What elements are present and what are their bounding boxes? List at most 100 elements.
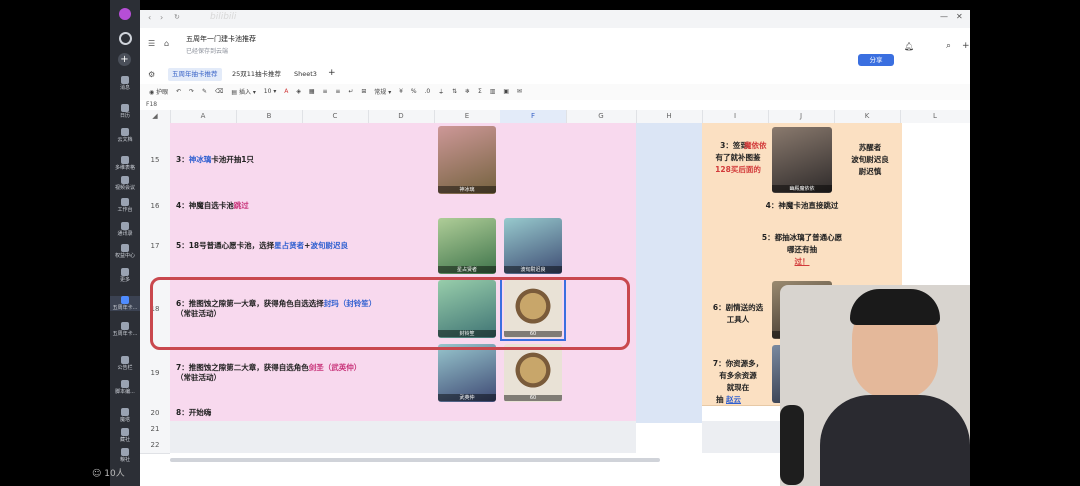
column-header[interactable]: D	[368, 110, 435, 123]
decimal-icon[interactable]: .0	[425, 88, 431, 95]
freeze-icon[interactable]: ❄	[465, 88, 470, 95]
sum-icon[interactable]: Σ	[478, 88, 482, 95]
sidebar-item[interactable]: 云文档	[110, 128, 140, 143]
user-avatar[interactable]	[119, 8, 131, 20]
column-header[interactable]: A	[170, 110, 237, 123]
sort-icon[interactable]: ⇅	[452, 88, 457, 95]
percent-icon[interactable]: %	[411, 88, 417, 95]
settings-icon[interactable]: ⚙	[148, 70, 155, 79]
character-portrait[interactable]: 幽殿魔依依	[772, 127, 832, 193]
image-icon[interactable]: ▣	[503, 88, 509, 95]
add-icon[interactable]: +	[118, 53, 131, 66]
sidebar-item[interactable]: 更多	[110, 268, 140, 283]
row-header[interactable]: 16	[140, 197, 170, 216]
sheet-tab-active[interactable]: 五周年抽卡推荐	[168, 68, 222, 81]
row-header[interactable]: 19	[140, 341, 170, 406]
refresh-icon[interactable]: ↻	[174, 13, 180, 21]
merge-icon[interactable]: ⊞	[361, 88, 366, 95]
app-icon	[121, 176, 129, 184]
back-icon[interactable]: ‹	[148, 13, 151, 22]
column-header[interactable]: K	[834, 110, 901, 123]
sidebar-item[interactable]: 消息	[110, 76, 140, 91]
forward-icon[interactable]: ›	[160, 13, 163, 22]
right-panel-text: 过！	[794, 257, 810, 266]
column-header[interactable]: I	[702, 110, 769, 123]
bell-icon[interactable]: 🔔︎	[904, 42, 914, 51]
align-center-icon[interactable]: ≡	[335, 88, 340, 95]
search-icon[interactable]: ⌕	[946, 41, 951, 51]
column-header[interactable]: E	[434, 110, 501, 123]
chart-icon[interactable]: ▥	[490, 88, 496, 95]
row-header[interactable]: 21	[140, 421, 170, 438]
number-format-select[interactable]: 常规 ▾	[374, 87, 391, 96]
border-icon[interactable]: ▦	[309, 88, 315, 95]
column-header[interactable]: F	[500, 110, 567, 123]
column-header[interactable]: H	[636, 110, 703, 123]
window-minimize-icon[interactable]: —	[940, 12, 948, 21]
column-header[interactable]: L	[900, 110, 970, 123]
fill-color-icon[interactable]: ◈	[296, 88, 301, 95]
row-header[interactable]: 15	[140, 123, 170, 198]
currency-icon[interactable]: ¥	[399, 88, 403, 95]
sidebar-item[interactable]: 脚本编...	[110, 380, 140, 395]
column-header[interactable]: B	[236, 110, 303, 123]
sheet-tab[interactable]: Sheet3	[294, 68, 317, 81]
sidebar-item[interactable]: 通讯录	[110, 222, 140, 237]
font-color-icon[interactable]: A	[284, 88, 288, 95]
row-cell[interactable]	[170, 437, 636, 453]
row-header[interactable]: 17	[140, 215, 170, 278]
insert-menu[interactable]: ▤ 插入 ▾	[231, 87, 256, 96]
character-portrait[interactable]: 60	[504, 344, 562, 402]
search-icon[interactable]	[119, 32, 132, 45]
horizontal-scrollbar[interactable]	[170, 458, 660, 462]
app-icon	[121, 104, 129, 112]
row-header[interactable]: 20	[140, 405, 170, 422]
row-cell[interactable]	[170, 421, 636, 437]
sidebar-item[interactable]: 五周年卡...	[110, 296, 140, 311]
comment-icon[interactable]: ✉	[517, 88, 522, 95]
sidebar-item-label: 五周年卡...	[112, 331, 138, 337]
wrap-icon[interactable]: ↵	[348, 88, 353, 95]
more-icon[interactable]: +	[962, 41, 970, 51]
home-icon[interactable]: ⌂	[164, 39, 169, 48]
sidebar-item[interactable]: 五周年卡...	[110, 322, 140, 337]
character-portrait[interactable]: 波旬尉迟良	[504, 218, 562, 274]
sidebar-item[interactable]: 视频会议	[110, 176, 140, 191]
doc-header: ☰ ⌂ 五周年一门建卡池推荐 已经保存到云端 分享 🔔︎ ⌕ +	[140, 28, 970, 66]
clear-format-icon[interactable]: ⌫	[215, 88, 223, 95]
column-header[interactable]: J	[768, 110, 835, 123]
sidebar-item[interactable]: 公告栏	[110, 356, 140, 371]
sidebar-item[interactable]: 魔塔	[110, 408, 140, 423]
font-size-select[interactable]: 10 ▾	[264, 88, 277, 95]
sidebar-item[interactable]: 粮社	[110, 448, 140, 463]
sidebar-item[interactable]: 多维表格	[110, 156, 140, 171]
character-portrait[interactable]: 武英仲	[438, 344, 496, 402]
character-portrait[interactable]: 神冰璃	[438, 126, 496, 194]
column-header[interactable]: G	[566, 110, 637, 123]
filter-icon[interactable]: ⏚	[438, 87, 444, 96]
add-sheet-button[interactable]: +	[328, 67, 336, 80]
cell-text: 5：18号普通心愿卡池，选择星占贤者+波旬尉迟良	[176, 241, 348, 251]
sidebar-item[interactable]: 工作台	[110, 198, 140, 213]
redo-icon[interactable]: ↷	[189, 88, 194, 95]
sidebar-item[interactable]: 藏社	[110, 428, 140, 443]
app-icon	[121, 222, 129, 230]
sidebar-item[interactable]: 日历	[110, 104, 140, 119]
format-painter-icon[interactable]: ✎	[202, 88, 207, 95]
share-button[interactable]: 分享	[858, 54, 894, 66]
eye-care-toggle[interactable]: ◉ 护眼	[149, 87, 168, 96]
undo-icon[interactable]: ↶	[176, 88, 181, 95]
align-left-icon[interactable]: ≡	[322, 88, 327, 95]
sheet-tab[interactable]: 25双11抽卡推荐	[232, 68, 281, 81]
sidebar-toggle-icon[interactable]: ☰	[148, 39, 155, 48]
select-all-corner[interactable]: ◢	[140, 110, 171, 123]
character-portrait[interactable]: 星占贤者	[438, 218, 496, 274]
window-close-icon[interactable]: ✕	[956, 12, 963, 21]
column-header[interactable]: C	[302, 110, 369, 123]
row-cell[interactable]	[170, 405, 636, 422]
app-icon	[121, 408, 129, 416]
row-header[interactable]: 22	[140, 437, 170, 454]
doc-title[interactable]: 五周年一门建卡池推荐	[186, 34, 256, 44]
sheet-tab-label: 25双11抽卡推荐	[232, 70, 282, 78]
sidebar-item[interactable]: 权益中心	[110, 244, 140, 259]
